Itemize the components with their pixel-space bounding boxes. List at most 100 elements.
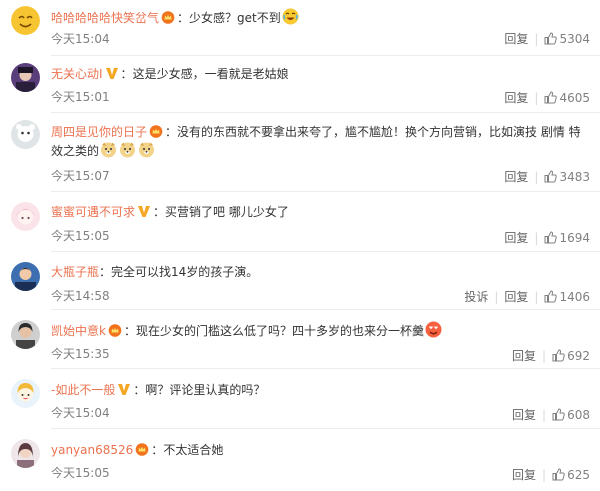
avatar[interactable]: [11, 202, 40, 231]
comment-actions: 回复 | 1694: [504, 231, 590, 245]
comment-line: 哈哈哈哈哈快笑岔气 ：少女感？get不到: [51, 8, 590, 27]
comment-line: 周四是见你的日子 ：没有的东西就不要拿出来夸了，尴不尴尬！换个方向营销，比如演技 …: [51, 125, 581, 158]
reply-button[interactable]: 回复: [512, 349, 536, 363]
doge-emoji-icon: [120, 142, 136, 158]
like-count: 692: [567, 349, 590, 363]
comment-item: -如此不一般 ：啊？评论里认真的吗？ 今天15:04 回复 | 608: [0, 369, 600, 429]
timestamp: 今天15:35: [51, 347, 110, 361]
comment-item: 哈哈哈哈哈快笑岔气 ：少女感？get不到 今天15:04 回复 | 5304: [0, 0, 600, 56]
comment-actions: 回复 | 3483: [504, 170, 590, 184]
username[interactable]: 大瓶子瓶: [51, 265, 99, 279]
like-thumb-icon: [544, 290, 558, 303]
comment-item: 大瓶子瓶：完全可以找14岁的孩子演。 今天14:58 投诉 | 回复 | 1406: [0, 252, 600, 310]
username[interactable]: 周四是见你的日子: [51, 125, 147, 139]
laugh-cry-emoji-icon: [282, 8, 299, 25]
comment-line: -如此不一般 ：啊？评论里认真的吗？: [51, 383, 266, 397]
like-count: 608: [567, 408, 590, 422]
username[interactable]: 哈哈哈哈哈快笑岔气: [51, 11, 159, 25]
reply-button[interactable]: 回复: [504, 91, 528, 105]
avatar[interactable]: [11, 379, 40, 408]
reply-button[interactable]: 回复: [504, 231, 528, 245]
vip-crown-icon: [135, 443, 149, 456]
report-button[interactable]: 投诉: [464, 290, 488, 304]
like-count: 3483: [559, 170, 590, 184]
like-count: 4605: [559, 91, 590, 105]
comment-line: yanyan68526 ：不太适合她: [51, 443, 224, 457]
comment-text: 现在少女的门槛这么低了吗？四十多岁的也来分一杯羹: [135, 324, 424, 338]
avatar[interactable]: [11, 439, 40, 468]
comment-actions: 回复 | 692: [512, 349, 590, 363]
reply-button[interactable]: 回复: [504, 290, 528, 304]
comment-text: 少女感？get不到: [189, 11, 281, 25]
like-button[interactable]: 4605: [544, 91, 590, 105]
comment-item: yanyan68526 ：不太适合她 今天15:05 回复 | 625: [0, 429, 600, 491]
reply-button[interactable]: 回复: [504, 170, 528, 184]
timestamp: 今天15:01: [51, 90, 110, 104]
username[interactable]: -如此不一般: [51, 383, 115, 397]
like-count: 1406: [559, 290, 590, 304]
comment-text: 不太适合她: [163, 443, 224, 457]
vip-crown-icon: [108, 324, 122, 337]
timestamp: 今天15:05: [51, 229, 110, 243]
comment-line: 无关心动I ：这是少女感，一看就是老姑娘: [51, 67, 289, 81]
like-count: 1694: [559, 231, 590, 245]
comment-text: 买营销了吧 哪儿少女了: [165, 205, 289, 219]
reply-button[interactable]: 回复: [504, 32, 528, 46]
reply-button[interactable]: 回复: [512, 408, 536, 422]
like-thumb-icon: [544, 91, 558, 104]
username[interactable]: 无关心动I: [51, 67, 103, 81]
like-button[interactable]: 1406: [544, 290, 590, 304]
reply-button[interactable]: 回复: [512, 468, 536, 482]
username[interactable]: 蜜蜜可遇不可求: [51, 205, 135, 219]
comment-line: 凯始中意k ：现在少女的门槛这么低了吗？四十多岁的也来分一杯羹: [51, 321, 590, 340]
like-count: 5304: [559, 32, 590, 46]
verified-v-icon: [118, 384, 131, 395]
avatar[interactable]: [11, 262, 40, 291]
like-button[interactable]: 692: [552, 349, 590, 363]
like-thumb-icon: [544, 170, 558, 183]
comment-actions: 回复 | 5304: [504, 32, 590, 46]
vip-crown-icon: [149, 125, 163, 138]
comment-item: 无关心动I ：这是少女感，一看就是老姑娘 今天15:01 回复 | 4605: [0, 56, 600, 113]
doge-emoji-icon: [101, 142, 117, 158]
like-thumb-icon: [544, 32, 558, 45]
timestamp: 今天14:58: [51, 289, 110, 303]
avatar[interactable]: [11, 320, 40, 349]
comment-actions: 回复 | 608: [512, 408, 590, 422]
avatar[interactable]: [11, 63, 40, 92]
doge-emoji-icon: [139, 142, 155, 158]
username[interactable]: 凯始中意k: [51, 324, 106, 338]
vip-crown-icon: [161, 11, 175, 24]
comment-line: 蜜蜜可遇不可求 ：买营销了吧 哪儿少女了: [51, 205, 289, 219]
comment-item: 凯始中意k ：现在少女的门槛这么低了吗？四十多岁的也来分一杯羹 今天15:35 回…: [0, 310, 600, 369]
comment-actions: 回复 | 4605: [504, 91, 590, 105]
timestamp: 今天15:04: [51, 406, 110, 420]
heart-eyes-emoji-icon: [425, 321, 442, 338]
like-thumb-icon: [544, 231, 558, 244]
timestamp: 今天15:04: [51, 32, 110, 46]
timestamp: 今天15:05: [51, 466, 110, 480]
comment-item: 蜜蜜可遇不可求 ：买营销了吧 哪儿少女了 今天15:05 回复 | 1694: [0, 192, 600, 252]
comment-text: 这是少女感，一看就是老姑娘: [132, 67, 289, 81]
verified-v-icon: [105, 68, 118, 79]
comment-item: 周四是见你的日子 ：没有的东西就不要拿出来夸了，尴不尴尬！换个方向营销，比如演技 …: [0, 113, 600, 192]
verified-v-icon: [138, 206, 151, 217]
comment-line: 大瓶子瓶：完全可以找14岁的孩子演。: [51, 265, 259, 279]
comment-text: 完全可以找14岁的孩子演。: [111, 265, 259, 279]
like-button[interactable]: 625: [552, 468, 590, 482]
avatar[interactable]: [11, 6, 40, 35]
like-thumb-icon: [552, 408, 565, 421]
comment-text: 啊？评论里认真的吗？: [145, 383, 266, 397]
like-thumb-icon: [552, 349, 565, 362]
like-button[interactable]: 1694: [544, 231, 590, 245]
avatar[interactable]: [11, 120, 40, 149]
timestamp: 今天15:07: [51, 169, 110, 183]
comment-actions: 投诉 | 回复 | 1406: [464, 290, 590, 304]
like-thumb-icon: [552, 468, 565, 481]
comment-actions: 回复 | 625: [512, 468, 590, 482]
like-button[interactable]: 5304: [544, 32, 590, 46]
like-button[interactable]: 3483: [544, 170, 590, 184]
like-button[interactable]: 608: [552, 408, 590, 422]
username[interactable]: yanyan68526: [51, 443, 133, 457]
like-count: 625: [567, 468, 590, 482]
